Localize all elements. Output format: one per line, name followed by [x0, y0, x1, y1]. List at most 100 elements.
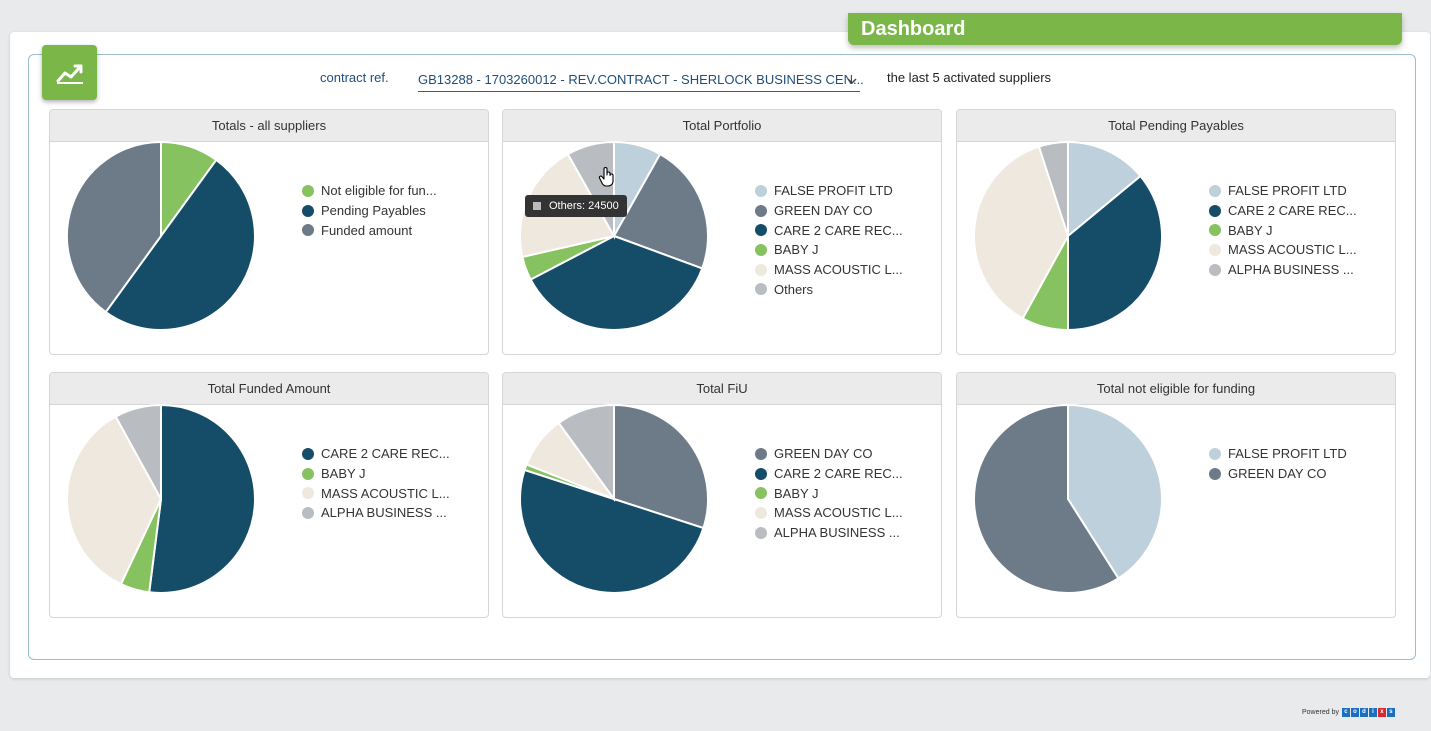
legend-label: FALSE PROFIT LTD: [1228, 183, 1347, 199]
chart-title: Total FiU: [503, 373, 941, 405]
legend-label: BABY J: [321, 466, 366, 482]
legend-label: BABY J: [774, 242, 819, 258]
legend-item[interactable]: Not eligible for fun...: [302, 181, 437, 201]
legend-dot-icon: [1209, 204, 1221, 217]
contract-ref-select[interactable]: GB13288 - 1703260012 - REV.CONTRACT - SH…: [418, 72, 864, 92]
chart-legend: FALSE PROFIT LTD GREEN DAY CO CARE 2 CARE …: [755, 181, 903, 299]
logo-letter: d: [1359, 708, 1368, 717]
chart-legend: GREEN DAY CO CARE 2 CARE REC... BABY J MASS…: [755, 444, 903, 542]
last-activated-suppliers-label: the last 5 activated suppliers: [887, 70, 1052, 85]
legend-item[interactable]: CARE 2 CARE REC...: [1209, 201, 1357, 221]
legend-label: GREEN DAY CO: [1228, 466, 1327, 482]
legend-item[interactable]: ALPHA BUSINESS ...: [302, 503, 450, 523]
legend-item[interactable]: BABY J: [755, 483, 903, 503]
codix-logo: c o d i x s: [1341, 708, 1396, 717]
tooltip-text: Others: 24500: [549, 200, 619, 212]
chart-legend: Not eligible for fun... Pending Payables F…: [302, 181, 437, 240]
logo-letter: x: [1377, 708, 1386, 717]
legend-item[interactable]: CARE 2 CARE REC...: [755, 220, 903, 240]
legend-item[interactable]: Others: [755, 279, 903, 299]
legend-dot-icon: [755, 467, 767, 480]
legend-dot-icon: [755, 204, 767, 217]
contract-ref-label: contract ref.: [320, 70, 389, 85]
legend-dot-icon: [755, 506, 767, 519]
legend-dot-icon: [1209, 263, 1221, 276]
legend-label: MASS ACOUSTIC L...: [1228, 242, 1357, 258]
legend-item[interactable]: GREEN DAY CO: [1209, 464, 1347, 484]
legend-label: GREEN DAY CO: [774, 203, 873, 219]
legend-label: CARE 2 CARE REC...: [774, 466, 903, 482]
legend-dot-icon: [1209, 243, 1221, 256]
legend-item[interactable]: GREEN DAY CO: [755, 444, 903, 464]
legend-item[interactable]: CARE 2 CARE REC...: [302, 444, 450, 464]
legend-dot-icon: [302, 506, 314, 519]
legend-item[interactable]: BABY J: [302, 464, 450, 484]
legend-dot-icon: [302, 224, 314, 237]
legend-item[interactable]: FALSE PROFIT LTD: [1209, 181, 1357, 201]
legend-item[interactable]: ALPHA BUSINESS ...: [1209, 260, 1357, 280]
hand-cursor-icon: [598, 167, 614, 187]
legend-item[interactable]: CARE 2 CARE REC...: [755, 464, 903, 484]
chart-card: Total Portfolio FALSE PROFIT LTD GREEN DAY…: [502, 109, 942, 355]
legend-dot-icon: [755, 526, 767, 539]
legend-dot-icon: [1209, 184, 1221, 197]
legend-label: Funded amount: [321, 222, 413, 238]
legend-label: GREEN DAY CO: [774, 446, 873, 462]
legend-label: Others: [774, 281, 814, 297]
legend-dot-icon: [1209, 447, 1221, 460]
logo-letter: i: [1368, 708, 1377, 717]
legend-dot-icon: [755, 263, 767, 276]
pie-slice[interactable]: [148, 404, 256, 594]
legend-label: Not eligible for fun...: [321, 183, 437, 199]
legend-dot-icon: [302, 447, 314, 460]
chart-card: Totals - all suppliers Not eligible for f…: [49, 109, 489, 355]
legend-item[interactable]: BABY J: [1209, 220, 1357, 240]
legend-item[interactable]: FALSE PROFIT LTD: [755, 181, 903, 201]
legend-item[interactable]: MASS ACOUSTIC L...: [755, 260, 903, 280]
legend-label: ALPHA BUSINESS ...: [321, 505, 447, 521]
legend-dot-icon: [755, 243, 767, 256]
legend-dot-icon: [755, 283, 767, 296]
legend-label: ALPHA BUSINESS ...: [774, 525, 900, 541]
legend-item[interactable]: BABY J: [755, 240, 903, 260]
logo-letter: s: [1386, 708, 1395, 717]
legend-label: MASS ACOUSTIC L...: [321, 485, 450, 501]
legend-item[interactable]: MASS ACOUSTIC L...: [1209, 240, 1357, 260]
chart-title: Totals - all suppliers: [50, 110, 488, 142]
legend-item[interactable]: MASS ACOUSTIC L...: [302, 483, 450, 503]
logo-letter: o: [1350, 708, 1359, 717]
pie-chart: [973, 141, 1163, 332]
legend-item[interactable]: Pending Payables: [302, 201, 437, 221]
chevron-down-icon: [847, 78, 857, 85]
legend-label: Pending Payables: [321, 203, 426, 219]
legend-item[interactable]: GREEN DAY CO: [755, 201, 903, 221]
legend-dot-icon: [302, 467, 314, 480]
legend-dot-icon: [302, 204, 314, 217]
legend-label: CARE 2 CARE REC...: [1228, 203, 1357, 219]
legend-item[interactable]: ALPHA BUSINESS ...: [755, 523, 903, 543]
legend-label: BABY J: [1228, 222, 1273, 238]
legend-label: BABY J: [774, 485, 819, 501]
legend-label: FALSE PROFIT LTD: [1228, 446, 1347, 462]
chart-title: Total Pending Payables: [957, 110, 1395, 142]
legend-item[interactable]: MASS ACOUSTIC L...: [755, 503, 903, 523]
trend-chart-icon: [56, 64, 83, 84]
chart-legend: CARE 2 CARE REC... BABY J MASS ACOUSTIC L.…: [302, 444, 450, 523]
powered-by-label: Powered by: [1302, 709, 1339, 716]
dashboard-title: Dashboard: [848, 13, 1402, 45]
powered-by: Powered by c o d i x s: [1302, 708, 1396, 717]
logo-letter: c: [1341, 708, 1350, 717]
pie-chart: [66, 404, 256, 594]
legend-dot-icon: [755, 487, 767, 500]
chart-title: Total not eligible for funding: [957, 373, 1395, 405]
dashboard-badge: [42, 45, 97, 100]
legend-item[interactable]: Funded amount: [302, 220, 437, 240]
legend-label: MASS ACOUSTIC L...: [774, 505, 903, 521]
chart-title: Total Portfolio: [503, 110, 941, 142]
legend-label: FALSE PROFIT LTD: [774, 183, 893, 199]
legend-item[interactable]: FALSE PROFIT LTD: [1209, 444, 1347, 464]
legend-label: ALPHA BUSINESS ...: [1228, 262, 1354, 278]
contract-ref-value: GB13288 - 1703260012 - REV.CONTRACT - SH…: [418, 72, 864, 87]
legend-dot-icon: [755, 447, 767, 460]
legend-dot-icon: [755, 184, 767, 197]
